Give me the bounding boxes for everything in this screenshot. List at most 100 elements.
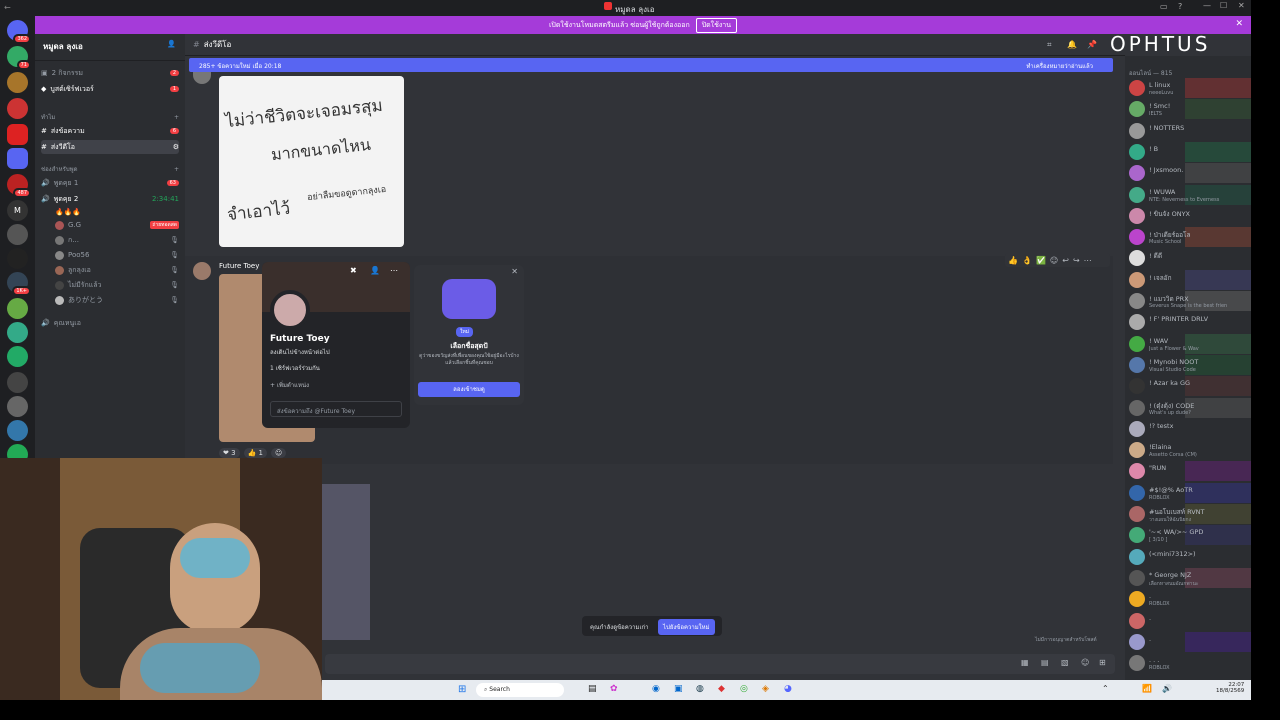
message-input[interactable] — [325, 654, 1115, 674]
member-item[interactable]: . . . ROBLOX — [1125, 653, 1251, 673]
close-window-icon[interactable]: ✕ — [1238, 1, 1245, 10]
server-icon[interactable]: M — [7, 200, 28, 221]
add-member-icon[interactable]: 👤 — [167, 40, 176, 48]
home-icon[interactable]: 362 — [7, 20, 31, 44]
events-item[interactable]: ▣ 2 กิจกรรม 2 — [41, 66, 179, 80]
bell-icon[interactable]: 🔔 — [1067, 40, 1077, 49]
member-item[interactable]: . ROBLOX — [1125, 589, 1251, 609]
member-item[interactable]: !? testx — [1125, 419, 1251, 439]
member-item[interactable]: ! แมววิด PRX Severus Snape is the best fr… — [1125, 291, 1251, 311]
member-item[interactable]: ! เจลอัก — [1125, 269, 1251, 290]
member-item[interactable]: ! ขินจัง ONYX — [1125, 206, 1251, 226]
server-icon[interactable] — [7, 372, 28, 393]
message-author[interactable]: Future Toey — [219, 262, 259, 270]
voice-user[interactable]: ก... 🎙 — [55, 233, 179, 247]
server-icon-selected[interactable] — [7, 148, 28, 169]
voice-user[interactable]: Poo56 🎙 — [55, 248, 179, 262]
member-item[interactable]: ! (ตุ๋งตุ้ง) CODE What's up dude? — [1125, 397, 1251, 418]
member-item[interactable]: . — [1125, 631, 1251, 652]
wifi-icon[interactable]: 📶 — [1142, 684, 1152, 693]
thumbs-up-icon[interactable]: 👍 — [1008, 256, 1018, 265]
member-item[interactable]: L linux neeeLuvu — [1125, 78, 1251, 98]
member-item[interactable]: ! Mynobi NOOT Visual Studio Code — [1125, 354, 1251, 375]
server-name[interactable]: หมูดล ลุงเอ — [43, 40, 83, 53]
clock[interactable]: 22:07 18/8/2569 — [1216, 682, 1244, 694]
help-icon[interactable]: ? — [1178, 2, 1182, 11]
image-attachment[interactable]: ไม่ว่าชีวิตจะเจอมรสุม มากขนาดไหน จำเอาไว… — [219, 76, 404, 247]
pin-icon[interactable]: 📌 — [1087, 40, 1097, 49]
emoji-icon[interactable]: ☺ — [1081, 658, 1089, 667]
member-item[interactable]: ! F' PRINTER DRLV — [1125, 312, 1251, 332]
windows-start-icon[interactable]: ⊞ — [458, 684, 466, 695]
member-item[interactable]: ! NOTTERS — [1125, 121, 1251, 141]
reaction[interactable]: ❤ 3 — [219, 448, 240, 458]
file-explorer-icon[interactable]: ▤ — [588, 684, 597, 694]
maximize-icon[interactable]: ☐ — [1220, 1, 1227, 10]
reaction[interactable]: 👍 1 — [243, 448, 267, 458]
ok-hand-icon[interactable]: 👌 — [1022, 256, 1032, 265]
server-icon[interactable] — [7, 248, 28, 269]
edge-icon[interactable]: ◉ — [652, 684, 660, 694]
video-thumbnail[interactable] — [322, 484, 370, 640]
voice-user[interactable]: G.G ถ่ายทอดสด — [55, 218, 179, 232]
disable-streamer-button[interactable]: ปิดใช้งาน — [695, 17, 737, 33]
back-arrow-icon[interactable]: ← — [4, 3, 11, 12]
check-icon[interactable]: ✅ — [1036, 256, 1046, 265]
server-icon[interactable] — [7, 346, 28, 367]
member-item[interactable]: * George NJZ เลือกหาสนมอัณกพานะ — [1125, 567, 1251, 588]
server-icon[interactable] — [7, 396, 28, 417]
inbox-icon[interactable]: ▭ — [1160, 2, 1168, 11]
discord-icon[interactable]: ◕ — [784, 684, 792, 694]
add-channel-icon[interactable]: + — [174, 114, 179, 121]
new-messages-bar[interactable]: 285+ ข้อความใหม่ เมื่อ 20:18 ทำเครื่องหม… — [189, 58, 1113, 72]
server-icon[interactable] — [7, 224, 28, 245]
tray-chevron-icon[interactable]: ⌃ — [1102, 684, 1109, 693]
reply-icon[interactable]: ↩ — [1062, 256, 1069, 265]
member-item[interactable]: ! B — [1125, 141, 1251, 162]
member-item[interactable]: ! ป่าเดียร์ออโล Music School — [1125, 227, 1251, 248]
try-button[interactable]: ลองเข้าชมดู — [418, 382, 520, 397]
server-icon[interactable] — [7, 124, 28, 145]
remove-friend-icon[interactable]: ✖ — [350, 266, 357, 275]
server-icon[interactable] — [7, 420, 28, 441]
boost-item[interactable]: ◆ บูสต์เซิร์ฟเวอร์ 1 — [41, 82, 179, 96]
add-reaction-icon[interactable]: ☺ — [271, 448, 287, 458]
more-icon[interactable]: ⋯ — [390, 266, 398, 275]
server-icon[interactable]: 1K+ — [7, 272, 31, 296]
copilot-icon[interactable]: ✿ — [610, 684, 618, 694]
category-header[interactable]: ช่องสำหรับพูด + — [41, 162, 179, 176]
member-item[interactable]: '~< WA/>~ GPD[ 3/10 ] — [1125, 525, 1251, 546]
add-channel-icon[interactable]: + — [174, 166, 179, 173]
add-friend-icon[interactable]: 👤 — [370, 266, 380, 275]
gif-icon[interactable]: ▤ — [1041, 658, 1049, 667]
app-icon[interactable]: ◆ — [718, 684, 725, 694]
volume-icon[interactable]: 🔊 — [1162, 684, 1172, 693]
voice-user[interactable]: ありがとう 🎙 — [55, 293, 179, 307]
member-item[interactable]: ! WAV Just a Flower & Wav — [1125, 333, 1251, 354]
member-item[interactable]: ! ดีดี — [1125, 248, 1251, 268]
add-note[interactable]: + เพิ่มตำแหน่ง — [270, 380, 309, 390]
member-item[interactable]: "RUN — [1125, 461, 1251, 482]
store-icon[interactable]: ▣ — [674, 684, 683, 694]
channel-item[interactable]: # ส่งข้อความ 6 — [41, 124, 179, 138]
member-item[interactable]: . — [1125, 611, 1251, 631]
settings-icon[interactable]: ⚙ — [173, 143, 179, 151]
steam-icon[interactable]: ◍ — [696, 684, 704, 694]
jump-to-new-button[interactable]: ไปยังข้อความใหม่ — [658, 619, 715, 635]
avatar[interactable] — [193, 262, 211, 280]
server-icon[interactable]: 71 — [7, 46, 31, 70]
member-item[interactable]: !Elaina Assetto Corsa (CM) — [1125, 440, 1251, 460]
mutual-servers[interactable]: 1 เซิร์ฟเวอร์ร่วมกัน — [270, 363, 320, 373]
voice-channel[interactable]: 🔊 คุณหนูเอ — [41, 316, 179, 330]
add-reaction-icon[interactable]: ☺ — [1050, 256, 1058, 265]
member-item[interactable]: (<mini7312>) — [1125, 547, 1251, 567]
apps-icon[interactable]: ⊞ — [1099, 658, 1106, 667]
dm-input[interactable]: ส่งข้อความถึง @Future Toey — [270, 401, 402, 417]
member-item[interactable]: #$!@% AoTR ROBLOX — [1125, 482, 1251, 503]
taskbar-search[interactable]: ⌕ Search — [476, 683, 564, 697]
member-item[interactable]: ! Azar ka GG — [1125, 376, 1251, 397]
minimize-icon[interactable]: — — [1203, 1, 1211, 10]
voice-user[interactable]: ลูกลุงเอ 🎙 — [55, 263, 179, 277]
server-icon[interactable] — [7, 72, 28, 93]
member-item[interactable]: ! Jxsmoon. — [1125, 163, 1251, 184]
